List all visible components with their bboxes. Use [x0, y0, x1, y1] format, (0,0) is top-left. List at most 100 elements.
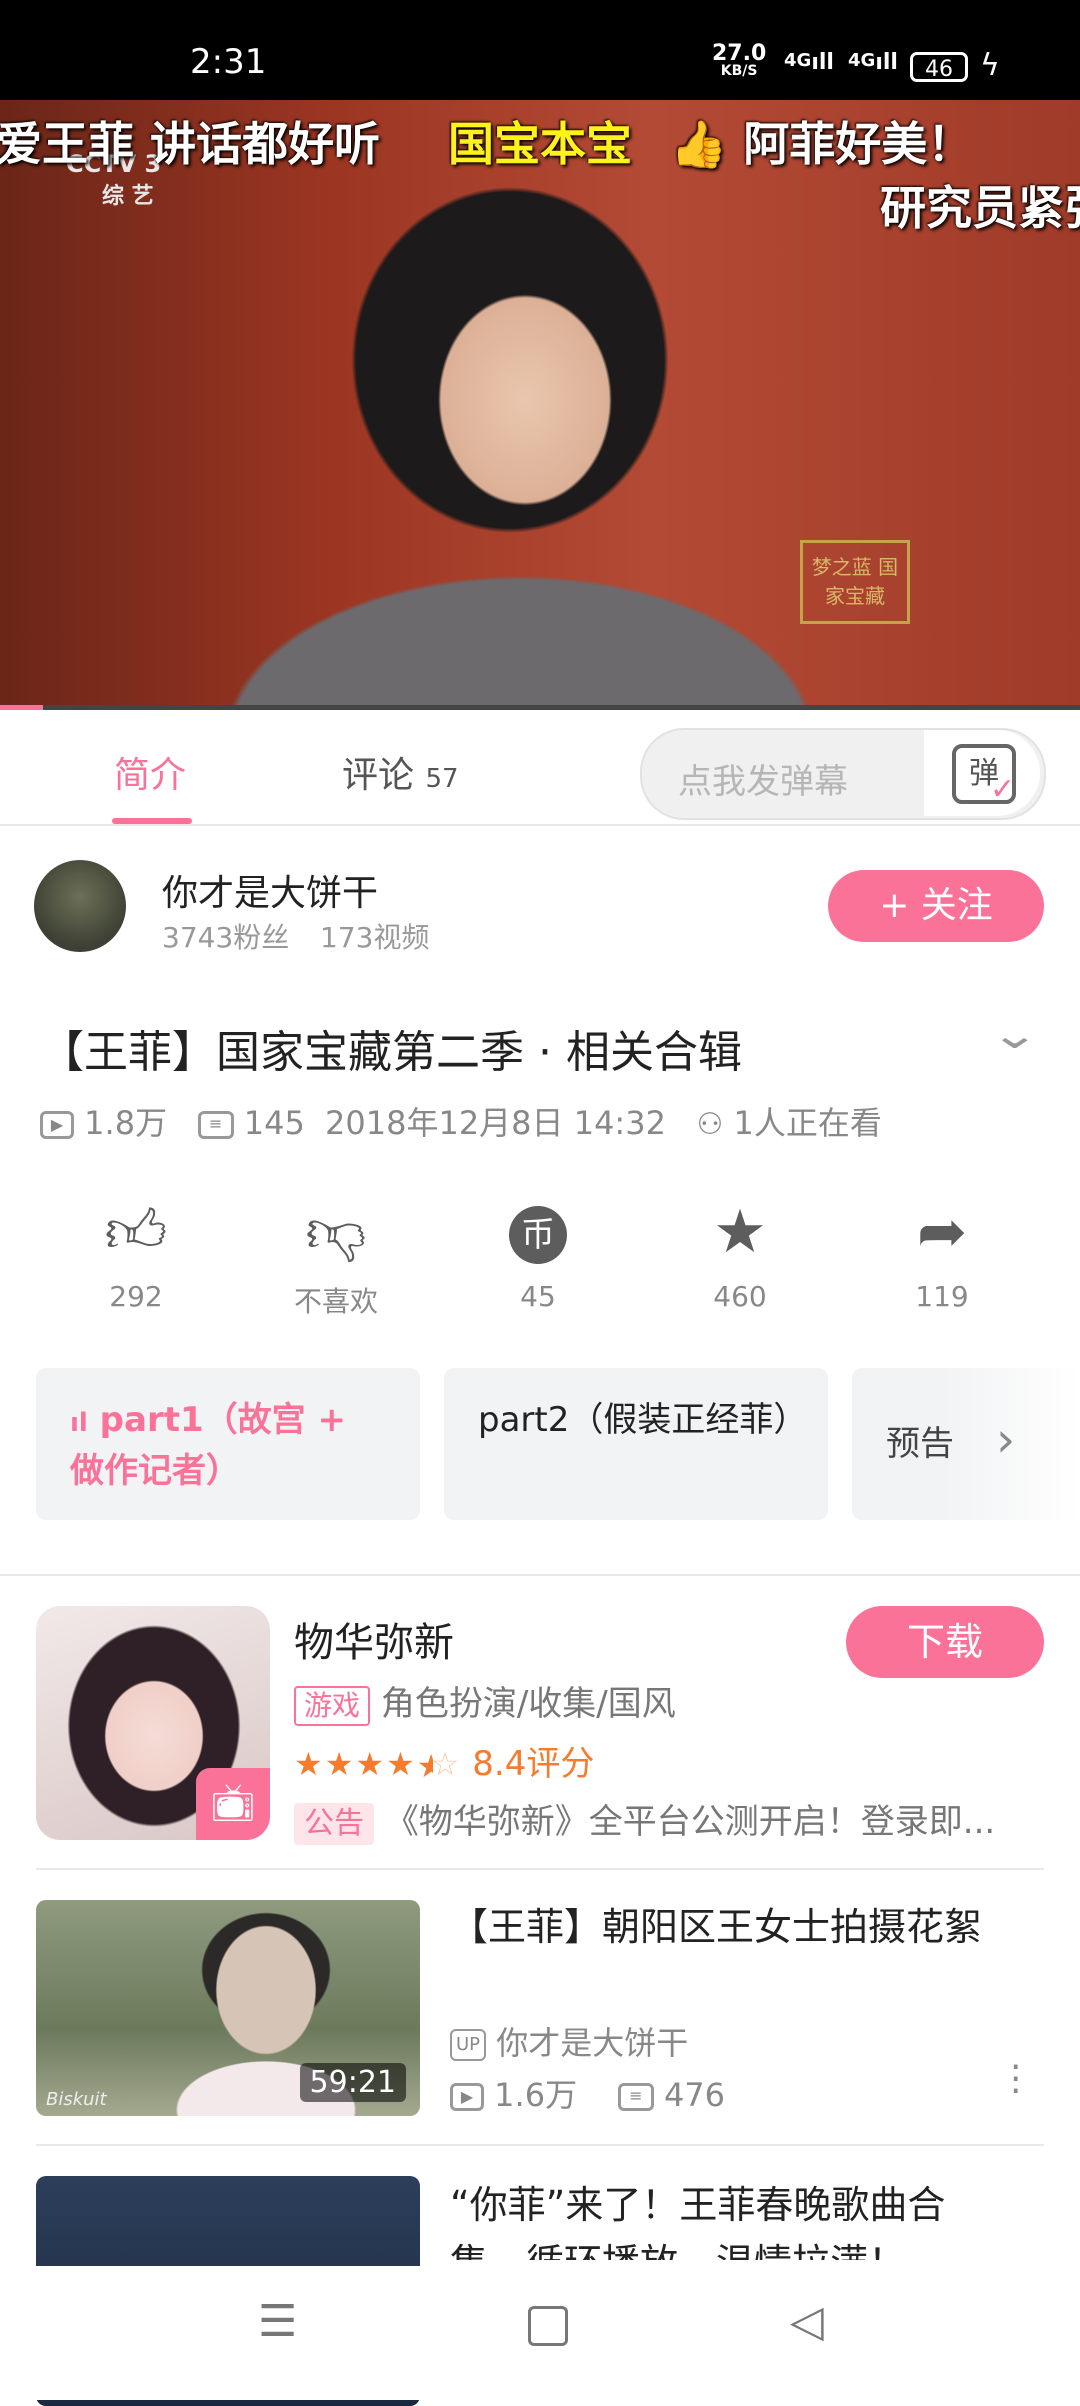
signal-label-2: 4G	[848, 50, 876, 71]
related-up-name: 你才是大饼干	[496, 2024, 689, 2062]
danmaku-item: 国宝本宝	[448, 117, 632, 171]
uploader-videos: 173视频	[320, 921, 430, 954]
tab-comments[interactable]: 评论 57	[342, 746, 459, 798]
game-tag: 游戏	[294, 1686, 371, 1726]
dislike-label: 不喜欢	[293, 1285, 378, 1318]
favorite-button[interactable]: ★ 460	[670, 1196, 810, 1313]
watching-icon: ⚇	[696, 1107, 724, 1142]
related-views: 1.6万	[494, 2076, 578, 2114]
publish-date: 2018年12月8日 14:32	[325, 1104, 666, 1142]
danmaku-placeholder: 点我发弹幕	[678, 762, 848, 802]
section-divider	[0, 1574, 1080, 1576]
star-icon: ★	[713, 1197, 767, 1267]
playing-icon: ıl	[70, 1408, 88, 1438]
tab-active-indicator	[112, 818, 192, 824]
share-arrow-icon: ➦	[916, 1197, 968, 1267]
danmaku-count-icon: ≡	[617, 2083, 654, 2111]
play-count-icon: ▶	[40, 1111, 74, 1139]
speed-value: 27.0	[712, 41, 767, 66]
channel-sub-text: 综 艺	[102, 184, 154, 209]
uploader-avatar[interactable]	[34, 860, 126, 952]
coin-icon: 币	[468, 1196, 608, 1268]
dislike-button[interactable]: 👎︎ 不喜欢	[266, 1196, 406, 1320]
download-button[interactable]: 下载	[846, 1606, 1044, 1678]
status-time: 2:31	[190, 42, 267, 82]
video-player[interactable]: CCTV 3 综 艺 梦之蓝 国家宝藏 爱王菲 讲话都好听 国宝本宝 👍 阿菲好…	[0, 100, 1080, 710]
signal-4g-icon: 4Gıll	[784, 50, 834, 75]
related-video-thumbnail[interactable]: Biskuit 59:21	[36, 1900, 420, 2116]
thumbnail-watermark: Biskuit	[46, 2089, 107, 2110]
part-label: 预告	[886, 1424, 954, 1464]
part-label: part2（假装正经菲）	[478, 1400, 808, 1440]
game-rating: 8.4评分	[472, 1744, 595, 1784]
part-item-3[interactable]: 预告	[852, 1368, 1080, 1520]
expand-chevron-icon[interactable]: ⌄	[990, 1012, 1040, 1058]
part-item-2[interactable]: part2（假装正经菲）	[444, 1368, 828, 1520]
comments-count: 57	[425, 764, 459, 794]
tab-bar: 简介 评论 57 点我发弹幕 弹 ✓	[0, 710, 1080, 826]
related-video-title[interactable]: 【王菲】朝阳区王女士拍摄花絮	[450, 1898, 1050, 1956]
danmaku-count: 145	[243, 1104, 305, 1142]
video-duration: 59:21	[299, 2063, 406, 2102]
battery-icon: 46	[910, 52, 968, 82]
coin-button[interactable]: 币 45	[468, 1196, 608, 1313]
share-button[interactable]: ➦ 119	[872, 1196, 1012, 1313]
home-icon[interactable]	[528, 2306, 568, 2346]
parts-more-chevron-icon[interactable]: ›	[996, 1412, 1015, 1468]
play-count-icon: ▶	[450, 2083, 484, 2111]
bilibili-tv-icon: 📺︎	[196, 1768, 270, 1840]
more-options-icon[interactable]: · · ·	[1010, 2050, 1021, 2110]
follow-button[interactable]: + 关注	[828, 870, 1044, 942]
like-button[interactable]: 👍︎ 292	[66, 1196, 206, 1313]
section-divider	[36, 1868, 1044, 1870]
game-genre-row: 游戏 角色扮演/收集/国风	[294, 1676, 676, 1726]
watching-count: 1人正在看	[733, 1104, 882, 1142]
game-notice: 《物华弥新》全平台公测开启！登录即...	[384, 1802, 996, 1842]
like-count: 292	[109, 1280, 163, 1313]
part-item-1[interactable]: ıl part1（故宫 + 做作记者）	[36, 1368, 420, 1520]
part-label: part1（故宫 + 做作记者）	[70, 1400, 346, 1491]
charging-icon: ϟ	[980, 48, 1000, 83]
game-notice-row[interactable]: 公告 《物华弥新》全平台公测开启！登录即...	[294, 1794, 995, 1845]
signal-label: 4G	[784, 50, 812, 71]
uploader-fans: 3743粉丝	[162, 921, 290, 954]
danmaku-item: 爱王菲 讲话都好听	[0, 117, 381, 171]
notice-tag: 公告	[294, 1803, 374, 1845]
thumbs-down-icon: 👎︎	[305, 1197, 367, 1267]
favorite-count: 460	[713, 1280, 767, 1313]
up-badge-icon: UP	[450, 2029, 487, 2061]
related-video-title[interactable]: “你菲”来了！王菲春晚歌曲合集，循环播放，温情拉满！	[450, 2176, 1020, 2260]
related-video-up: UP 你才是大饼干	[450, 2018, 688, 2064]
signal-4g-icon-2: 4Gıll	[848, 50, 898, 75]
speed-unit: KB/S	[720, 63, 758, 79]
status-bar: 2:31 27.0 KB/S 4Gıll 4Gıll 46 ϟ	[0, 0, 1080, 100]
related-video-stats: ▶ 1.6万 ≡ 476	[450, 2070, 725, 2116]
menu-icon[interactable]: ☰	[258, 2296, 297, 2347]
thumbs-up-icon: 👍︎	[104, 1197, 168, 1267]
rating-stars-icon: ★★★★★☆	[294, 1745, 462, 1785]
system-nav-bar: ☰ ◁	[0, 2266, 1080, 2400]
battery-level: 46	[925, 57, 953, 82]
danmaku-item: 👍 阿菲好美！	[670, 117, 974, 171]
view-count: 1.8万	[84, 1104, 168, 1142]
tab-intro[interactable]: 简介	[114, 746, 186, 798]
share-count: 119	[915, 1280, 969, 1313]
related-danmaku: 476	[663, 2076, 726, 2114]
tab-comments-label: 评论	[342, 755, 415, 796]
danmaku-toggle-button[interactable]: 弹 ✓	[924, 730, 1040, 816]
game-genres: 角色扮演/收集/国风	[380, 1684, 676, 1724]
danmaku-count-icon: ≡	[197, 1111, 234, 1139]
danmaku-item: 研究员紧张	[880, 181, 1080, 235]
program-watermark: 梦之蓝 国家宝藏	[800, 540, 910, 624]
game-name[interactable]: 物华弥新	[294, 1610, 454, 1668]
uploader-name[interactable]: 你才是大饼干	[162, 864, 378, 916]
section-divider	[36, 2144, 1044, 2146]
video-meta: ▶ 1.8万 ≡ 145 2018年12月8日 14:32 ⚇ 1人正在看	[40, 1098, 882, 1144]
video-title: 【王菲】国家宝藏第二季 · 相关合辑	[40, 1027, 742, 1078]
back-icon[interactable]: ◁	[790, 2296, 824, 2347]
game-rating-row: ★★★★★☆ 8.4评分	[294, 1736, 594, 1785]
check-icon: ✓	[990, 772, 1016, 807]
coin-count: 45	[520, 1280, 556, 1313]
watermark-text: 梦之蓝 国家宝藏	[811, 555, 899, 608]
network-speed: 27.0 KB/S	[712, 41, 767, 79]
